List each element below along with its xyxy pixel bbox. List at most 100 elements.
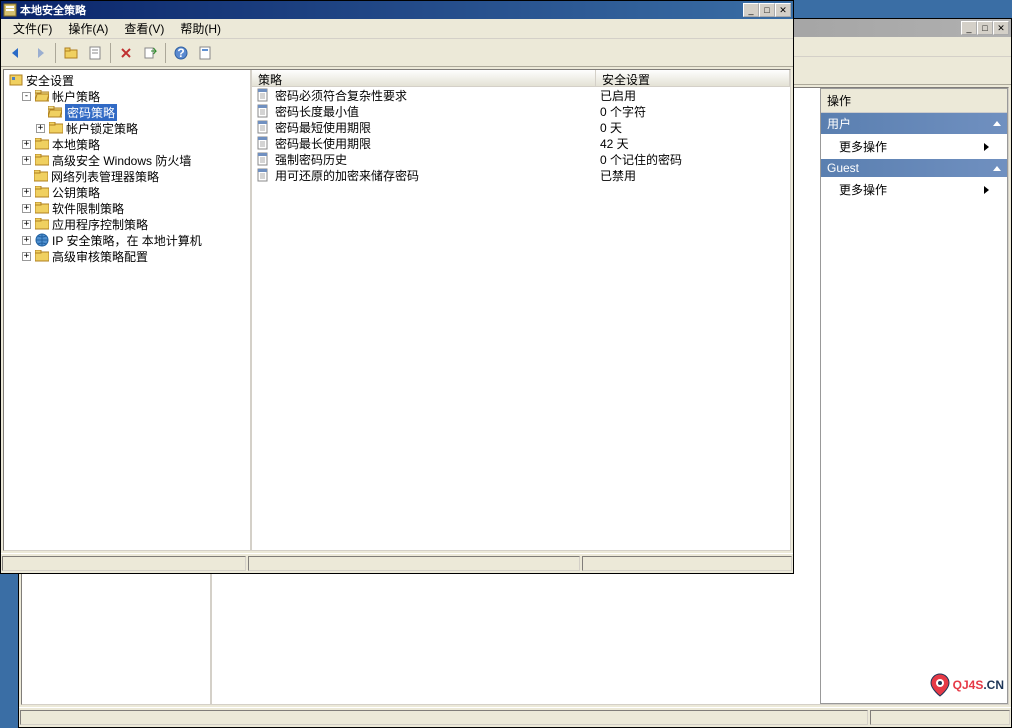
tree-item-label: 本地策略 xyxy=(52,136,100,153)
actions-section-header[interactable]: 用户 xyxy=(821,113,1007,134)
tree-item[interactable]: +帐户锁定策略 xyxy=(4,120,250,136)
policy-row[interactable]: 用可还原的加密来储存密码已禁用 xyxy=(252,167,790,183)
tree-item[interactable]: 密码策略 xyxy=(4,104,250,120)
folder-icon xyxy=(34,201,50,215)
maximize-button[interactable]: □ xyxy=(759,3,775,17)
tree-item[interactable]: + 高级审核策略配置 xyxy=(4,248,250,264)
policy-name: 密码长度最小值 xyxy=(275,103,359,120)
close-button[interactable]: ✕ xyxy=(775,3,791,17)
watermark: QJ4S.CN xyxy=(927,672,1004,698)
tree-toggle[interactable]: + xyxy=(22,204,31,213)
tree-item[interactable]: +高级安全 Windows 防火墙 xyxy=(4,152,250,168)
collapse-icon xyxy=(993,121,1001,126)
up-button[interactable] xyxy=(60,42,82,64)
minimize-button[interactable]: _ xyxy=(743,3,759,17)
folder-icon xyxy=(47,105,63,119)
policy-cell: 密码最短使用期限 xyxy=(252,119,596,136)
setting-cell: 已启用 xyxy=(596,87,790,104)
forward-button[interactable] xyxy=(29,42,51,64)
actions-section-header[interactable]: Guest xyxy=(821,159,1007,177)
policy-icon xyxy=(256,152,272,166)
list-header: 策略 安全设置 xyxy=(252,70,790,87)
tree-item[interactable]: + 公钥策略 xyxy=(4,184,250,200)
refresh-button[interactable] xyxy=(194,42,216,64)
actions-panel: 操作 用户更多操作Guest更多操作 xyxy=(820,88,1008,704)
section-title: 用户 xyxy=(827,115,851,132)
policy-row[interactable]: 密码必须符合复杂性要求已启用 xyxy=(252,87,790,103)
tree-item[interactable]: + IP 安全策略，在 本地计算机 xyxy=(4,232,250,248)
tree-item-label: 高级审核策略配置 xyxy=(52,248,148,265)
toolbar-separator-3 xyxy=(165,43,166,63)
policy-icon xyxy=(256,136,272,150)
actions-title: 操作 xyxy=(821,89,1007,113)
tree-panel[interactable]: 安全设置 -帐户策略密码策略+帐户锁定策略+本地策略+高级安全 Windows … xyxy=(4,70,252,550)
tree-item-label: 网络列表管理器策略 xyxy=(51,168,159,185)
folder-icon xyxy=(34,89,50,103)
setting-cell: 42 天 xyxy=(596,135,790,152)
folder-icon xyxy=(33,169,49,183)
back-maximize-button[interactable]: □ xyxy=(977,21,993,35)
svg-text:?: ? xyxy=(177,46,184,60)
back-close-button[interactable]: ✕ xyxy=(993,21,1009,35)
statusbar-left xyxy=(2,556,246,571)
toolbar-separator xyxy=(55,43,56,63)
col-policy[interactable]: 策略 xyxy=(252,70,596,86)
tree-root[interactable]: 安全设置 xyxy=(4,72,250,88)
help-button[interactable]: ? xyxy=(170,42,192,64)
front-titlebar[interactable]: 本地安全策略 _ □ ✕ xyxy=(1,1,793,19)
back-button[interactable] xyxy=(5,42,27,64)
watermark-pin-icon xyxy=(927,672,953,698)
tree-toggle[interactable]: + xyxy=(22,252,31,261)
tree-toggle[interactable]: + xyxy=(36,124,45,133)
statusbar xyxy=(1,553,793,573)
policy-row[interactable]: 密码最短使用期限0 天 xyxy=(252,119,790,135)
folder-icon xyxy=(34,153,50,167)
tree-item-label: IP 安全策略，在 本地计算机 xyxy=(52,232,202,249)
properties-button[interactable] xyxy=(84,42,106,64)
tree-toggle[interactable]: - xyxy=(22,92,31,101)
tree-item[interactable]: 网络列表管理器策略 xyxy=(4,168,250,184)
tree-item[interactable]: + 软件限制策略 xyxy=(4,200,250,216)
more-actions-link[interactable]: 更多操作 xyxy=(821,177,1007,202)
tree-toggle[interactable]: + xyxy=(22,188,31,197)
toolbar: ? xyxy=(1,39,793,67)
delete-button[interactable] xyxy=(115,42,137,64)
arrow-right-icon xyxy=(984,143,989,151)
security-settings-icon xyxy=(8,73,24,87)
tree-toggle[interactable]: + xyxy=(22,156,31,165)
folder-icon xyxy=(48,121,64,135)
menu-action[interactable]: 操作(A) xyxy=(60,18,116,39)
tree-root-label: 安全设置 xyxy=(26,72,74,89)
setting-cell: 0 个记住的密码 xyxy=(596,151,790,168)
policy-name: 密码最长使用期限 xyxy=(275,135,371,152)
tree-item[interactable]: + 本地策略 xyxy=(4,136,250,152)
menubar: 文件(F) 操作(A) 查看(V) 帮助(H) xyxy=(1,19,793,39)
menu-file[interactable]: 文件(F) xyxy=(5,18,60,39)
folder-icon xyxy=(34,217,50,231)
tree-toggle[interactable]: + xyxy=(22,140,31,149)
policy-cell: 用可还原的加密来储存密码 xyxy=(252,167,596,184)
tree-toggle[interactable]: + xyxy=(22,236,31,245)
col-setting[interactable]: 安全设置 xyxy=(596,70,790,86)
app-icon xyxy=(3,3,17,17)
local-security-policy-window: 本地安全策略 _ □ ✕ 文件(F) 操作(A) 查看(V) 帮助(H) ? 安… xyxy=(0,0,794,574)
export-button[interactable] xyxy=(139,42,161,64)
policy-name: 用可还原的加密来储存密码 xyxy=(275,167,419,184)
folder-icon xyxy=(34,185,50,199)
policy-icon xyxy=(256,120,272,134)
policy-row[interactable]: 强制密码历史 0 个记住的密码 xyxy=(252,151,790,167)
tree-item-label: 软件限制策略 xyxy=(52,200,124,217)
folder-icon xyxy=(34,249,50,263)
menu-view[interactable]: 查看(V) xyxy=(116,18,172,39)
tree-item[interactable]: +应用程序控制策略 xyxy=(4,216,250,232)
menu-help[interactable]: 帮助(H) xyxy=(172,18,229,39)
policy-name: 强制密码历史 xyxy=(275,151,347,168)
tree-item-label: 公钥策略 xyxy=(52,184,100,201)
more-actions-link[interactable]: 更多操作 xyxy=(821,134,1007,159)
list-body[interactable]: 密码必须符合复杂性要求已启用密码长度最小值0 个字符密码最短使用期限0 天密码最… xyxy=(252,87,790,550)
back-minimize-button[interactable]: _ xyxy=(961,21,977,35)
policy-row[interactable]: 密码长度最小值0 个字符 xyxy=(252,103,790,119)
policy-row[interactable]: 密码最长使用期限 42 天 xyxy=(252,135,790,151)
tree-item[interactable]: -帐户策略 xyxy=(4,88,250,104)
tree-toggle[interactable]: + xyxy=(22,220,31,229)
